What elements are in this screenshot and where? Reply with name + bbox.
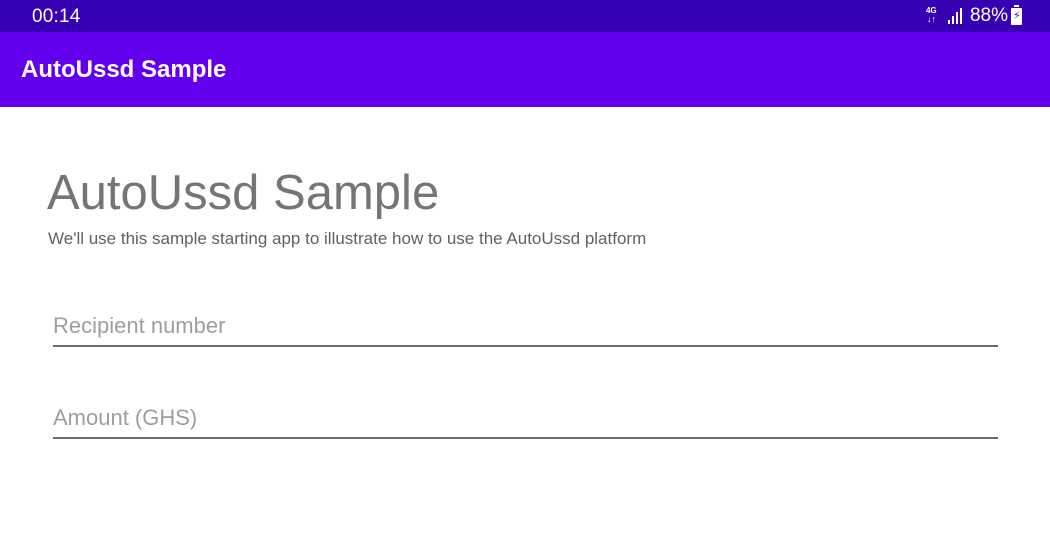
battery-level: 88% — [969, 5, 1008, 26]
network-arrows: ↓↑ — [926, 14, 936, 24]
page-subtitle: We'll use this sample starting app to il… — [48, 229, 647, 248]
status-icons: 4G ↓↑ 88% ⚡ — [926, 4, 1022, 27]
status-bar: 00:14 4G ↓↑ 88% ⚡ — [0, 0, 1050, 32]
amount-field[interactable] — [53, 399, 998, 439]
network-4g-icon: 4G ↓↑ — [926, 6, 940, 26]
app-bar-title: AutoUssd Sample — [21, 56, 227, 83]
recipient-number-field[interactable] — [53, 307, 998, 347]
page-title: AutoUssd Sample — [47, 166, 440, 220]
battery-charging-icon: ⚡ — [1011, 4, 1022, 25]
signal-icon — [947, 8, 962, 24]
status-time: 00:14 — [32, 6, 81, 27]
app-bar: AutoUssd Sample — [0, 32, 1050, 107]
